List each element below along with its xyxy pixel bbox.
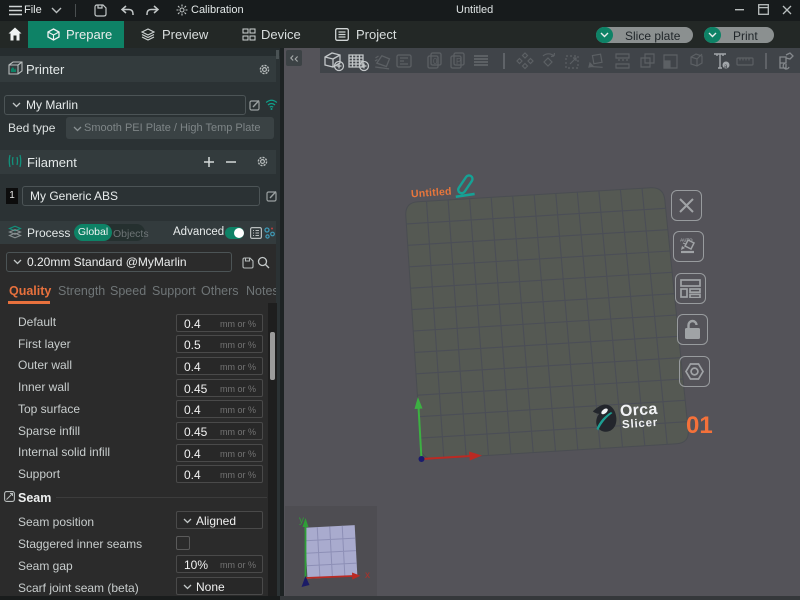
svg-text:0: 0: [433, 57, 438, 66]
svg-text:P: P: [456, 57, 461, 66]
svg-text:y: y: [299, 515, 304, 526]
svg-text:AUTO: AUTO: [680, 238, 693, 243]
svg-text:x: x: [365, 570, 370, 581]
